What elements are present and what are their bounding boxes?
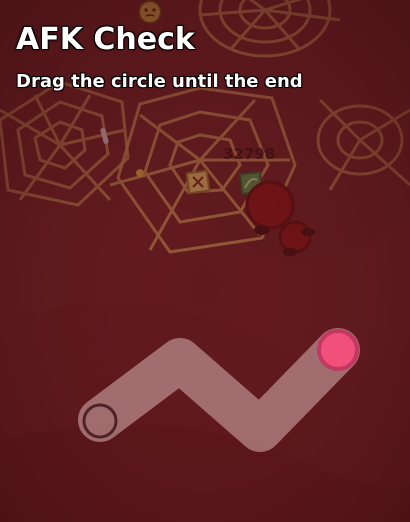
- drag-handle-icon[interactable]: [317, 329, 359, 371]
- afk-check-instruction: Drag the circle until the end: [16, 71, 303, 92]
- enemy-score-label: 32798: [223, 145, 276, 163]
- game-screen: 32798 AFK Check Drag the circle until th…: [0, 0, 410, 522]
- afk-check-title: AFK Check: [16, 22, 195, 57]
